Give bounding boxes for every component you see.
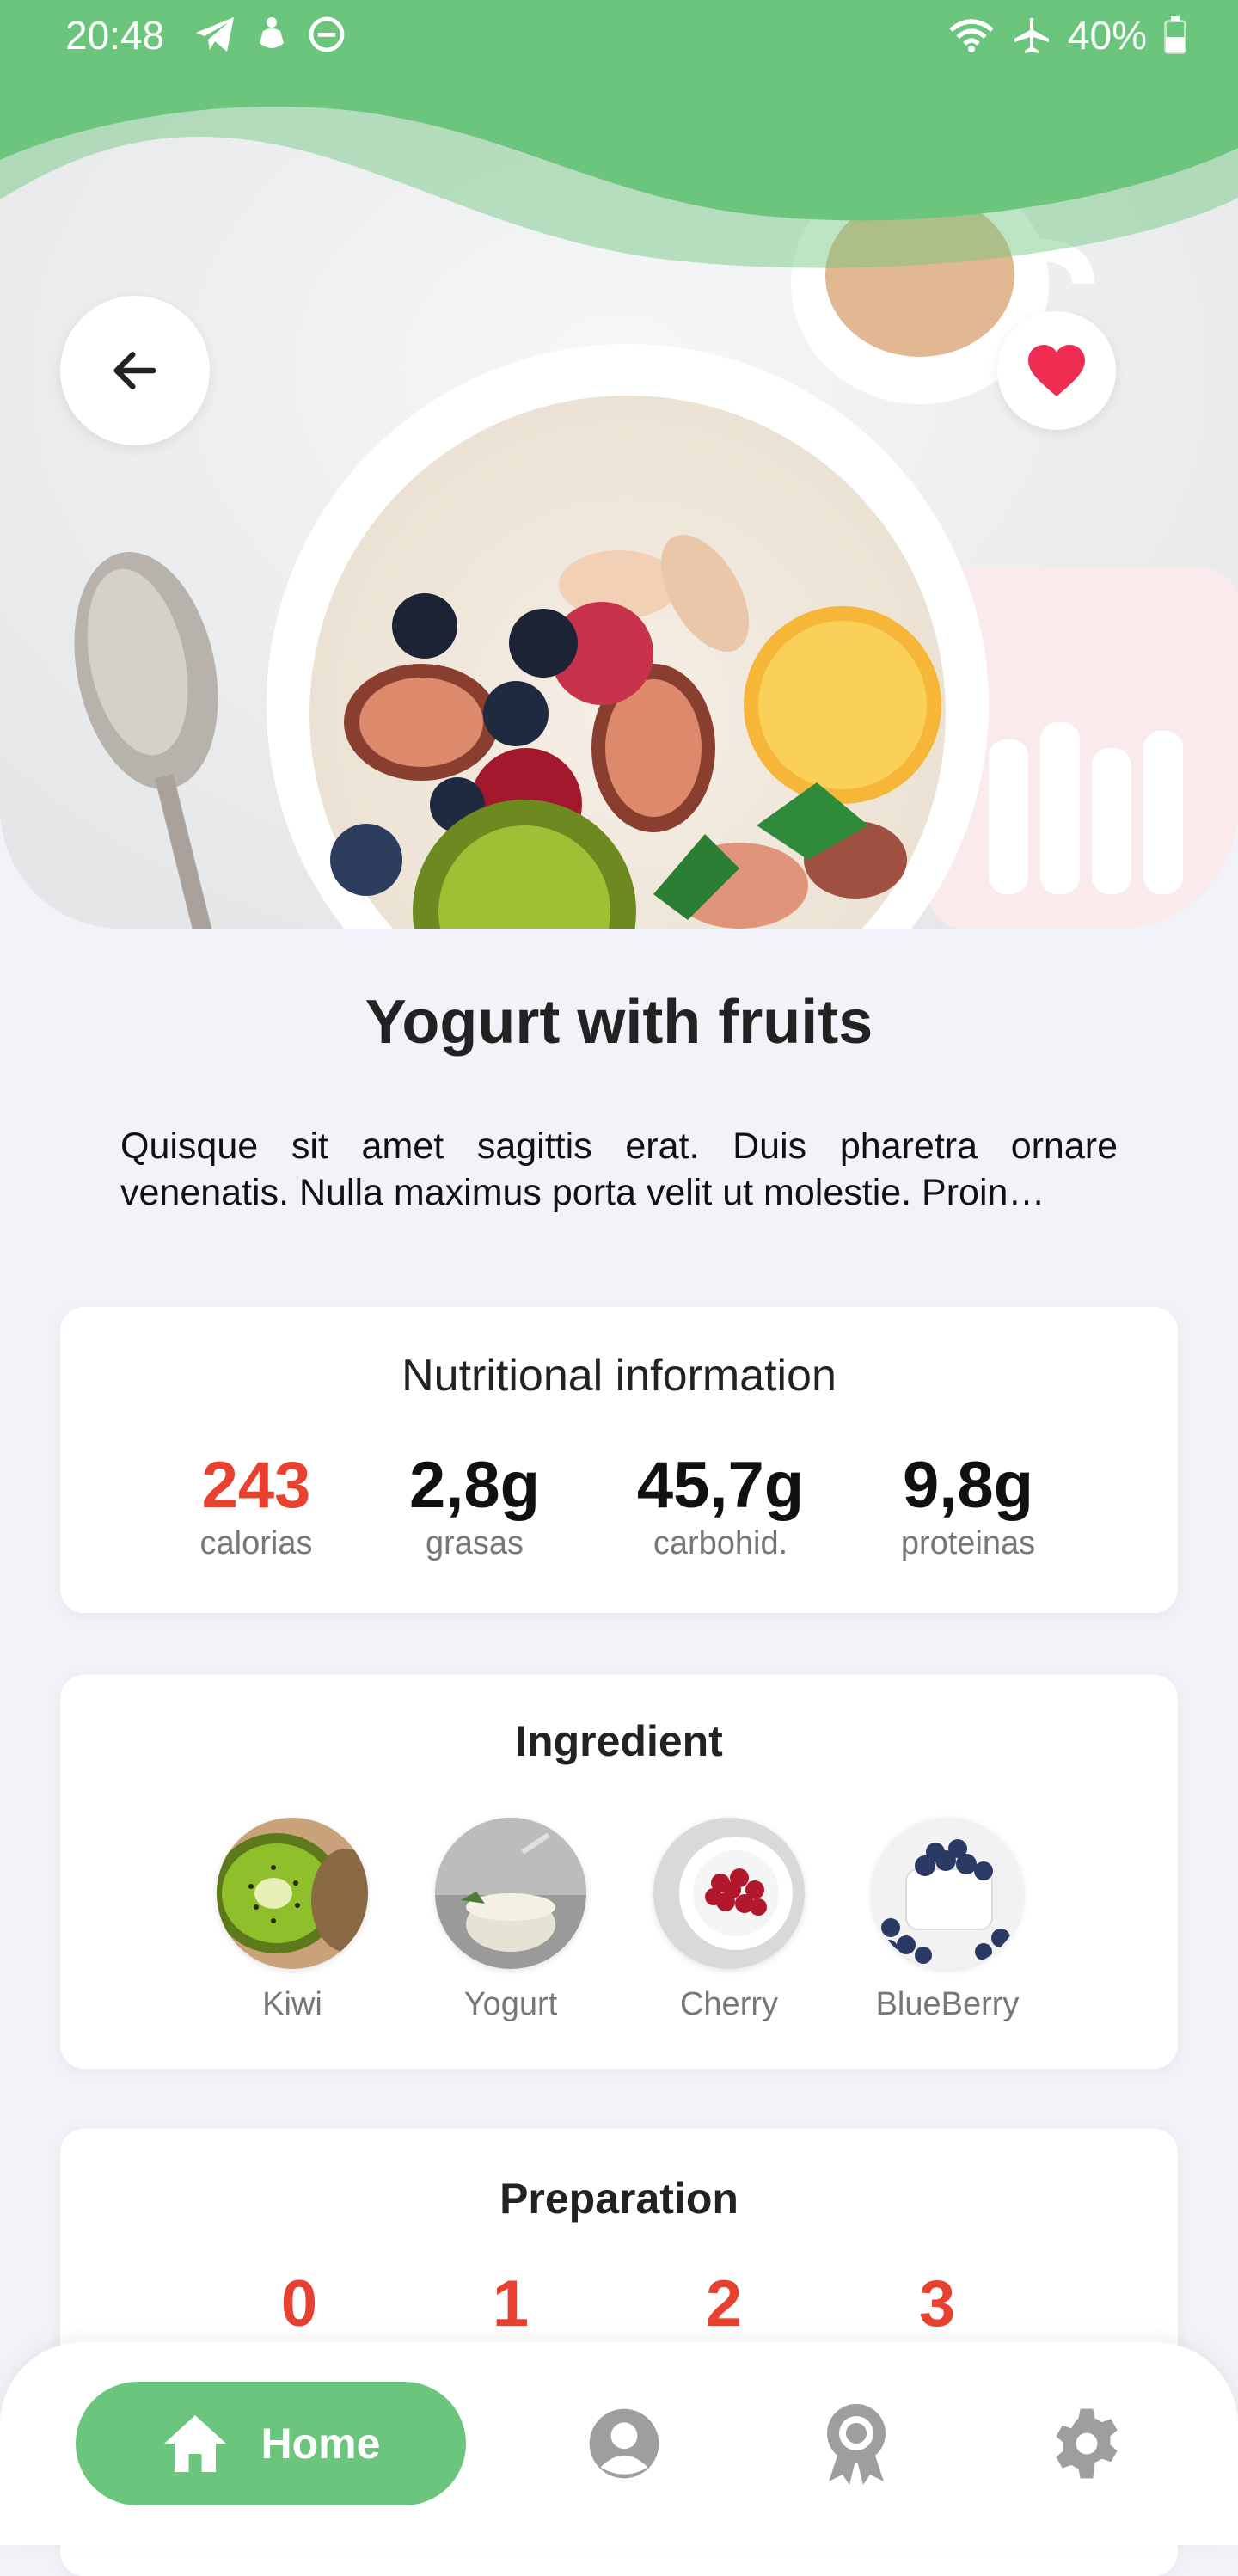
home-icon — [163, 2415, 226, 2472]
ingredient-label-blueberry: BlueBerry — [875, 1986, 1020, 2022]
carbs-label: carbohid. — [653, 1525, 788, 1561]
do-not-disturb-icon — [309, 16, 345, 52]
blueberry-image — [872, 1818, 1023, 1969]
cherry-image — [653, 1818, 805, 1969]
nav-profile-button[interactable] — [579, 2399, 669, 2488]
kiwi-image — [217, 1818, 368, 1969]
nav-awards-button[interactable] — [812, 2399, 901, 2488]
ingredient-label-yogurt: Yogurt — [463, 1986, 558, 2022]
preparation-title: Preparation — [499, 2174, 739, 2223]
yogurt-image — [435, 1818, 586, 1969]
nutrition-item-calories: 243 calorias — [153, 1450, 359, 1562]
ingredient-item-blueberry[interactable]: BlueBerry — [853, 1818, 1042, 2023]
heart-icon — [1028, 345, 1085, 396]
battery-level: 40% — [1067, 13, 1147, 58]
status-right-icons: 40% — [947, 12, 1186, 58]
award-icon — [827, 2404, 886, 2485]
nav-home-label: Home — [260, 2420, 381, 2468]
nutrition-item-protein: 9,8g proteinas — [865, 1450, 1071, 1562]
profile-icon — [589, 2408, 659, 2479]
calories-value: 243 — [201, 1449, 311, 1522]
ingredient-item-yogurt[interactable]: Yogurt — [416, 1818, 605, 2023]
fat-value: 2,8g — [408, 1449, 541, 1522]
fat-label: grasas — [425, 1525, 524, 1561]
hand-icon — [260, 17, 284, 48]
settings-icon — [1056, 2408, 1118, 2479]
ingredient-title: Ingredient — [515, 1717, 723, 1765]
protein-label: proteinas — [900, 1525, 1036, 1561]
calories-label: calorias — [199, 1525, 313, 1561]
recipe-description: Quisque sit amet sagittis erat. Duis pha… — [120, 1125, 1118, 1213]
ingredient-label-cherry: Cherry — [679, 1986, 779, 2022]
ingredient-label-kiwi: Kiwi — [262, 1986, 322, 2022]
recipe-title: Yogurt with fruits — [365, 988, 873, 1057]
nav-settings-button[interactable] — [1042, 2399, 1131, 2488]
arrow-left-icon — [113, 352, 156, 389]
hero-image — [0, 0, 1238, 929]
ingredient-item-kiwi[interactable]: Kiwi — [198, 1818, 387, 2023]
wifi-icon — [949, 19, 994, 52]
battery-icon — [1164, 16, 1186, 54]
favorite-button[interactable] — [997, 311, 1116, 430]
bottom-navigation: Home — [0, 2342, 1238, 2545]
back-button[interactable] — [60, 296, 210, 445]
protein-value: 9,8g — [902, 1449, 1034, 1522]
telegram-icon — [196, 17, 234, 52]
status-time: 20:48 — [65, 13, 165, 58]
nutrition-item-carbs: 45,7g carbohid. — [617, 1450, 824, 1562]
ingredient-card: Ingredient Kiwi Yogurt Cherry BlueBerry — [60, 1675, 1178, 2069]
preparation-step[interactable]: 0 — [248, 2266, 351, 2341]
preparation-step[interactable]: 2 — [672, 2266, 775, 2341]
preparation-step[interactable]: 3 — [886, 2266, 989, 2341]
status-bar: 20:48 40% — [0, 0, 1238, 72]
nutrition-title: Nutritional information — [401, 1351, 837, 1401]
carbs-value: 45,7g — [636, 1449, 805, 1522]
status-left-icons — [194, 15, 346, 53]
ingredient-item-cherry[interactable]: Cherry — [634, 1818, 824, 2023]
airplane-icon — [1014, 18, 1049, 53]
nutrition-card: Nutritional information 243 calorias 2,8… — [60, 1307, 1178, 1613]
nav-home-button[interactable]: Home — [76, 2382, 466, 2505]
preparation-step[interactable]: 1 — [459, 2266, 562, 2341]
nutrition-item-fat: 2,8g grasas — [371, 1450, 578, 1562]
